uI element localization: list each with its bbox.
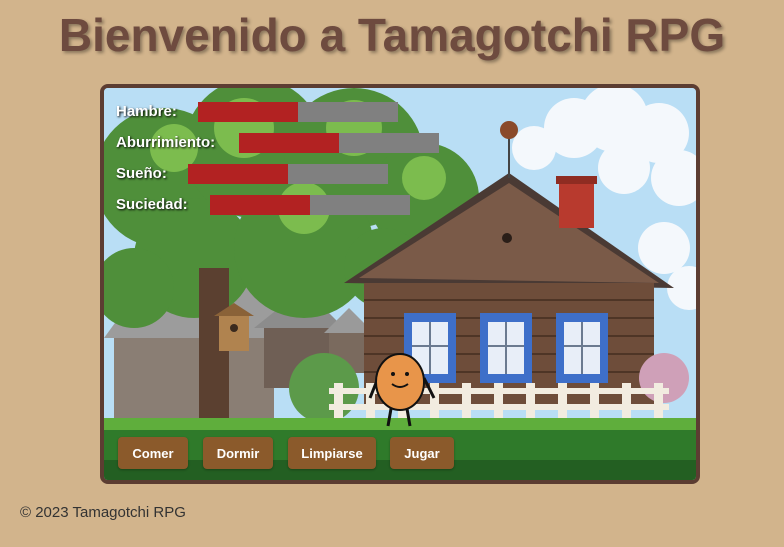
- limpiarse-button[interactable]: Limpiarse: [288, 437, 376, 469]
- bar-fill-sueno: [188, 164, 288, 184]
- dormir-button[interactable]: Dormir: [203, 437, 273, 469]
- bar-fill-suciedad: [210, 195, 310, 215]
- bar-hambre: [198, 102, 398, 122]
- stat-label-suciedad: Suciedad:: [116, 196, 188, 213]
- game-scene: Hambre: Aburrimiento: Sueño: Suciedad: C…: [100, 84, 700, 484]
- bar-aburrimiento: [239, 133, 439, 153]
- bar-fill-aburrimiento: [239, 133, 339, 153]
- bar-sueno: [188, 164, 388, 184]
- bar-fill-hambre: [198, 102, 298, 122]
- bar-suciedad: [210, 195, 410, 215]
- footer: © 2023 Tamagotchi RPG: [20, 504, 186, 521]
- page-title: Bienvenido a Tamagotchi RPG: [58, 9, 726, 61]
- stat-label-sueno: Sueño:: [116, 165, 167, 182]
- jugar-button[interactable]: Jugar: [390, 437, 454, 469]
- comer-button[interactable]: Comer: [118, 437, 188, 469]
- stat-label-hambre: Hambre:: [116, 103, 177, 120]
- stat-label-aburrimiento: Aburrimiento:: [116, 134, 216, 151]
